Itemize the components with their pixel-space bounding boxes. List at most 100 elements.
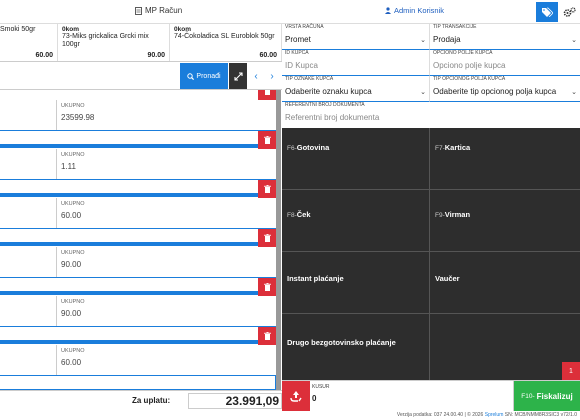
product-strip: Smoki 50gr 60.00 0kom 73-Miks grickalica… — [0, 24, 282, 62]
cart-row-divider — [0, 340, 276, 344]
recycle-icon — [290, 391, 302, 402]
notification-badge[interactable]: 1 — [562, 362, 580, 380]
settings-button[interactable] — [558, 2, 580, 22]
cart-list: UKUPNO 23599.98 UKUPNO 1.11 UKUPNO 60.00 UKUPN… — [0, 90, 282, 390]
customer-mark-type-select[interactable]: TIP OZNAKE KUPCA Odaberite oznaku kupca … — [282, 76, 430, 102]
field-placeholder: ID Kupca — [285, 61, 318, 70]
field-value: Promet — [285, 35, 311, 44]
checkout-bar: KUSUR 0 F10- Fiskalizuj — [282, 380, 580, 411]
cart-row-divider — [0, 242, 276, 246]
user-indicator[interactable]: Admin Korisnik — [385, 6, 444, 15]
tags-icon — [542, 7, 553, 17]
customer-optional-field[interactable]: OPCIONO POLJE KUPCA Opciono polje kupca — [430, 50, 580, 76]
gears-icon — [563, 6, 576, 17]
delete-item-button[interactable] — [258, 278, 276, 296]
line-total-field: UKUPNO 60.00 — [56, 198, 276, 228]
payment-label: Virman — [444, 210, 471, 219]
chevron-down-icon: ⌄ — [420, 89, 426, 96]
change-value: 0 — [312, 394, 317, 403]
pos-screen: MP Račun Admin Korisnik Smoki 50gr 60.00… — [0, 0, 580, 420]
tags-button[interactable] — [536, 2, 558, 22]
customer-id-field[interactable]: ID KUPCA ID Kupca — [282, 50, 430, 76]
product-name: 74-Čokoladica SL Euroblok 50gr — [174, 33, 275, 40]
payment-voucher-button[interactable]: Vaučer — [430, 252, 580, 314]
line-total-label: UKUPNO — [61, 152, 85, 158]
previous-button[interactable]: ‹ — [248, 63, 264, 89]
reference-number-field[interactable]: REFERENTNI BROJ DOKUMENTA Referentni bro… — [282, 102, 580, 128]
delete-item-button[interactable] — [258, 229, 276, 247]
payment-instant-button[interactable]: Instant plaćanje — [282, 252, 430, 314]
cart-row-input[interactable] — [0, 375, 276, 390]
line-total-field: UKUPNO 1.11 — [56, 149, 276, 179]
trash-icon — [264, 90, 270, 95]
field-label: OPCIONO POLJE KUPCA — [433, 50, 493, 56]
field-label: TIP OZNAKE KUPCA — [285, 76, 334, 82]
product-price: 90.00 — [147, 52, 165, 59]
change-label: KUSUR — [312, 384, 330, 390]
payment-check-button[interactable]: F8-Ček — [282, 190, 430, 252]
product-card[interactable]: 0kom 74-Čokoladica SL Euroblok 50gr 60.0… — [170, 24, 282, 61]
product-card[interactable]: 0kom 73-Miks grickalica Grcki mix 100gr … — [58, 24, 170, 61]
field-label: TIP OPCIONOG POLJA KUPCA — [433, 76, 506, 82]
payment-other-noncash-button[interactable]: Drugo bezgotovinsko plaćanje — [282, 314, 430, 380]
product-price: 60.00 — [35, 52, 53, 59]
delete-item-button[interactable] — [258, 131, 276, 149]
trash-icon — [263, 136, 271, 144]
field-value: Odaberite oznaku kupca — [285, 87, 372, 96]
shortcut-key: F10- — [521, 392, 535, 400]
line-total-field: UKUPNO 90.00 — [56, 247, 276, 277]
field-value: Odaberite tip opcionog polja kupca — [433, 87, 557, 96]
line-total-field: UKUPNO 60.00 — [56, 345, 276, 375]
product-price: 60.00 — [259, 52, 277, 59]
delete-item-button[interactable] — [258, 180, 276, 198]
field-placeholder: Referentni broj dokumenta — [285, 113, 380, 122]
line-total-label: UKUPNO — [61, 299, 85, 305]
product-qty: 0kom — [174, 26, 191, 33]
search-icon — [187, 72, 195, 80]
invoice-type-select[interactable]: VRSTA RAČUNA Promet ⌄ — [282, 24, 430, 50]
chevron-right-icon: › — [270, 70, 274, 82]
document-type-indicator: MP Račun — [135, 6, 182, 15]
cart-row-divider — [0, 144, 276, 148]
chevron-down-icon: ⌄ — [571, 37, 577, 44]
line-total-value: 23599.98 — [61, 113, 95, 122]
document-icon — [135, 6, 142, 15]
payment-card-button[interactable]: F7-Kartica — [430, 128, 580, 190]
transaction-type-select[interactable]: TIP TRANSAKCIJE Prodaja ⌄ — [430, 24, 580, 50]
line-total-value: 90.00 — [61, 309, 82, 318]
trash-icon — [263, 234, 271, 242]
optional-field-type-select[interactable]: TIP OPCIONOG POLJA KUPCA Odaberite tip o… — [430, 76, 580, 102]
product-name: Smoki 50gr — [0, 26, 36, 33]
line-total-label: UKUPNO — [61, 348, 85, 354]
chevron-down-icon: ⌄ — [420, 37, 426, 44]
total-bar: Za uplatu: 23.991,09 — [0, 390, 282, 410]
next-button[interactable]: › — [264, 63, 280, 89]
delete-item-button[interactable] — [258, 90, 276, 100]
chevron-left-icon: ‹ — [254, 70, 258, 82]
field-label: TIP TRANSAKCIJE — [433, 24, 477, 30]
field-placeholder: Opciono polje kupca — [433, 61, 506, 70]
reset-button[interactable] — [282, 381, 310, 411]
fiscalize-button[interactable]: F10- Fiskalizuj — [514, 381, 580, 411]
footer: Verzija podatka: 037 24.00.40 | © 2026 S… — [0, 410, 580, 420]
payment-transfer-button[interactable]: F9-Virman — [430, 190, 580, 252]
delete-item-button[interactable] — [258, 327, 276, 345]
find-button[interactable]: Pronađi — [180, 63, 228, 89]
field-label: REFERENTNI BROJ DOKUMENTA — [285, 102, 365, 108]
field-label: VRSTA RAČUNA — [285, 24, 324, 30]
shortcut-key: F9- — [435, 212, 445, 219]
total-label: Za uplatu: — [132, 396, 171, 405]
product-card[interactable]: Smoki 50gr 60.00 — [0, 24, 58, 61]
line-total-field: UKUPNO 90.00 — [56, 296, 276, 326]
cart-row-divider — [0, 291, 276, 295]
cart-scrollbar[interactable] — [276, 90, 281, 390]
user-icon — [385, 7, 391, 14]
footer-link[interactable]: Sprelum — [485, 412, 504, 418]
expand-button[interactable] — [229, 63, 247, 89]
field-value: Prodaja — [433, 35, 461, 44]
payment-cash-button[interactable]: F6-Gotovina — [282, 128, 430, 190]
payment-label: Instant plaćanje — [287, 274, 344, 283]
find-button-label: Pronađi — [196, 72, 221, 80]
product-name: 73-Miks grickalica Grcki mix 100gr — [62, 33, 149, 48]
shortcut-key: F6- — [287, 145, 297, 152]
